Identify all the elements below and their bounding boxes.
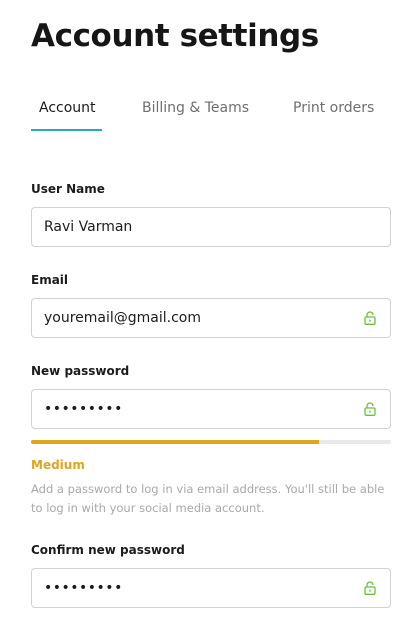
new-password-field (31, 389, 391, 429)
password-strength-fill (31, 440, 319, 444)
password-strength-meter (31, 440, 391, 444)
new-password-input[interactable] (32, 390, 390, 428)
email-input[interactable] (32, 299, 390, 337)
tab-bar: Account Billing & Teams Print orders (31, 100, 391, 132)
confirm-password-label: Confirm new password (31, 543, 185, 557)
confirm-password-input[interactable] (32, 569, 390, 607)
email-field (31, 298, 391, 338)
username-field (31, 207, 391, 247)
lock-icon (364, 311, 376, 325)
tab-account[interactable]: Account (39, 100, 96, 116)
page-title: Account settings (31, 18, 319, 54)
password-help-text: Add a password to log in via email addre… (31, 482, 385, 515)
lock-icon (364, 581, 376, 595)
tab-billing-teams[interactable]: Billing & Teams (142, 100, 249, 116)
active-tab-indicator (31, 129, 102, 131)
confirm-password-field (31, 568, 391, 608)
username-input[interactable] (32, 208, 390, 246)
password-strength-label: Medium (31, 458, 85, 472)
username-label: User Name (31, 182, 105, 196)
email-label: Email (31, 273, 69, 287)
lock-icon (364, 402, 376, 416)
new-password-label: New password (31, 364, 130, 378)
tab-print-orders[interactable]: Print orders (293, 100, 374, 116)
